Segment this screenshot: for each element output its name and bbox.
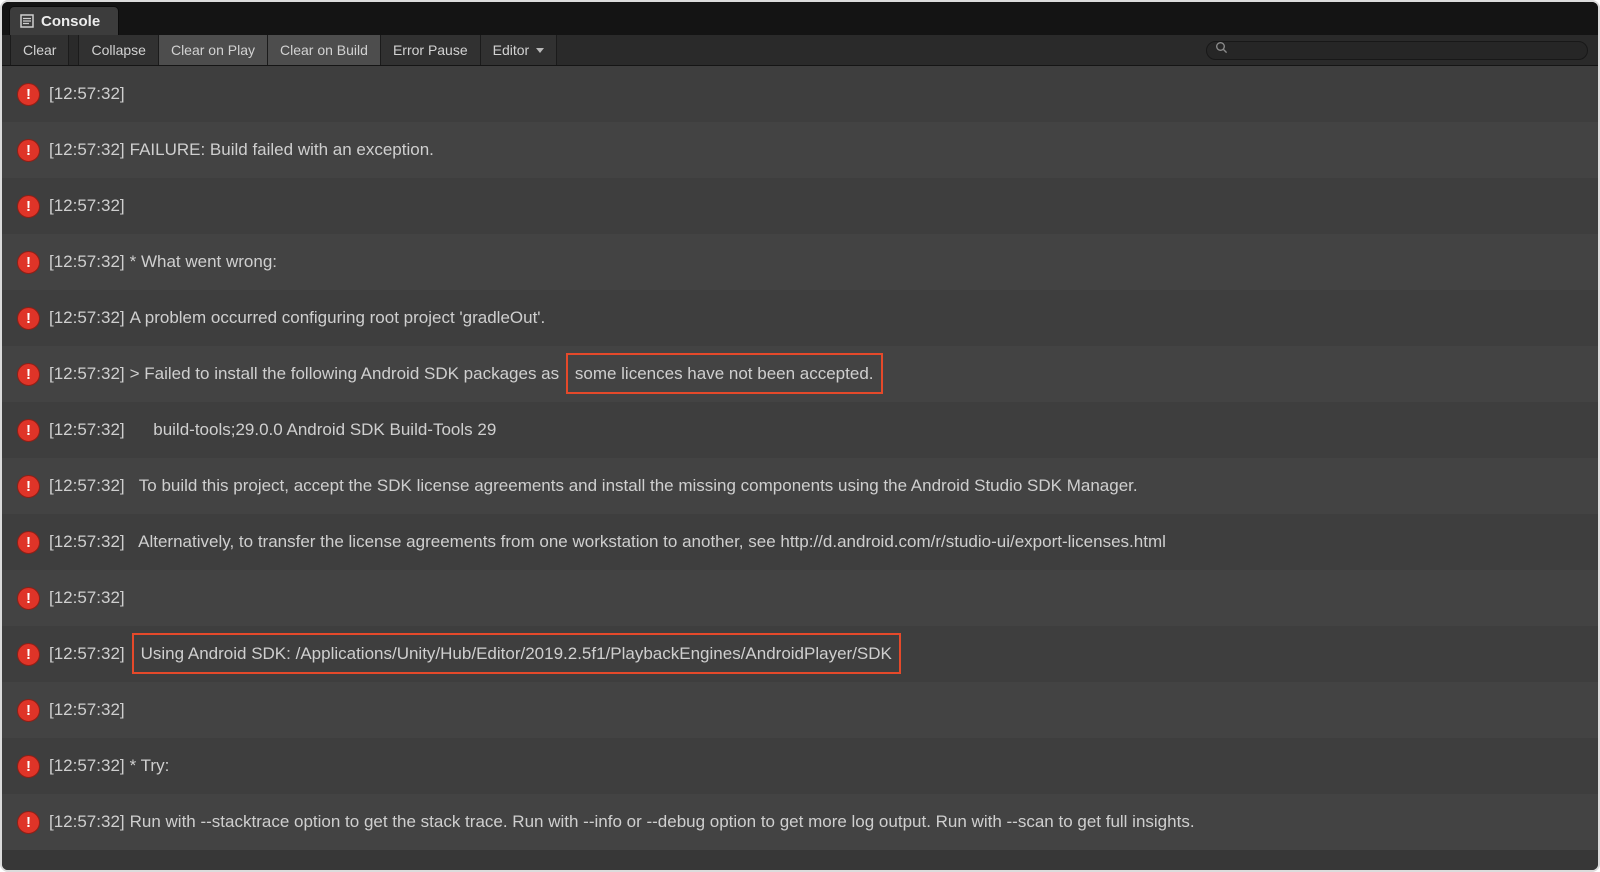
timestamp: [12:57:32]: [49, 756, 125, 775]
log-entry-text: [12:57:32] Run with --stacktrace option t…: [49, 812, 1195, 832]
error-icon: !: [17, 83, 40, 106]
log-entry[interactable]: ! [12:57:32] A problem occurred configuri…: [2, 290, 1598, 346]
log-entry-text: [12:57:32]: [49, 700, 130, 720]
log-entry-text: [12:57:32] Alternatively, to transfer th…: [49, 532, 1166, 552]
error-icon: !: [17, 531, 40, 554]
log-entry-text: [12:57:32]: [49, 588, 130, 608]
timestamp: [12:57:32]: [49, 812, 125, 831]
log-entry[interactable]: ! [12:57:32]: [2, 66, 1598, 122]
log-entry-text: [12:57:32] FAILURE: Build failed with an …: [49, 140, 434, 160]
toolbar-button-clear-on-play[interactable]: Clear on Play: [158, 35, 268, 65]
log-message: A problem occurred configuring root proj…: [130, 308, 546, 327]
log-entry[interactable]: ! [12:57:32] Alternatively, to transfer …: [2, 514, 1598, 570]
toolbar-button-label: Clear on Play: [171, 42, 255, 58]
log-entry[interactable]: ! [12:57:32] Run with --stacktrace option…: [2, 794, 1598, 850]
log-entry[interactable]: ! [12:57:32] FAILURE: Build failed with a…: [2, 122, 1598, 178]
timestamp: [12:57:32]: [49, 140, 125, 159]
log-entry[interactable]: ! [12:57:32] build-tools;29.0.0 Android …: [2, 402, 1598, 458]
log-message: * What went wrong:: [130, 252, 277, 271]
tab-console[interactable]: Console: [9, 6, 119, 35]
search-icon: [1215, 41, 1228, 59]
timestamp: [12:57:32]: [49, 644, 125, 663]
log-entry[interactable]: ! [12:57:32] > Failed to install the foll…: [2, 346, 1598, 402]
unity-console-window: Console Clear Collapse Clear on Play Clear …: [0, 0, 1600, 872]
log-entry-text: [12:57:32] * What went wrong:: [49, 252, 277, 272]
timestamp: [12:57:32]: [49, 252, 125, 271]
log-message: FAILURE: Build failed with an exception.: [130, 140, 434, 159]
search-field[interactable]: [1206, 41, 1588, 60]
error-icon: !: [17, 195, 40, 218]
error-icon: !: [17, 251, 40, 274]
tab-label: Console: [41, 13, 100, 30]
error-icon: !: [17, 755, 40, 778]
log-entry[interactable]: ! [12:57:32] * Try:: [2, 738, 1598, 794]
console-toolbar: Clear Collapse Clear on Play Clear on Build…: [2, 35, 1598, 66]
error-icon: !: [17, 419, 40, 442]
log-entry-text: [12:57:32] A problem occurred configuring…: [49, 308, 545, 328]
toolbar-buttons: Clear Collapse Clear on Play Clear on Build…: [10, 35, 556, 65]
timestamp: [12:57:32]: [49, 420, 125, 439]
error-icon: !: [17, 587, 40, 610]
toolbar-button-label: Collapse: [91, 42, 145, 58]
log-entry-text: [12:57:32]: [49, 84, 130, 104]
error-icon: !: [17, 699, 40, 722]
error-icon: !: [17, 363, 40, 386]
log-entry[interactable]: ! [12:57:32]: [2, 682, 1598, 738]
search-input[interactable]: [1233, 43, 1579, 58]
log-entry-text: [12:57:32] > Failed to install the follow…: [49, 364, 883, 384]
error-icon: !: [17, 811, 40, 834]
log-entry[interactable]: ! [12:57:32]: [2, 570, 1598, 626]
log-entry-text: [12:57:32] build-tools;29.0.0 Android SD…: [49, 420, 496, 440]
toolbar-button-label: Editor: [493, 42, 530, 58]
tab-bar: Console: [2, 2, 1598, 35]
toolbar-button-editor[interactable]: Editor: [480, 35, 558, 65]
dropdown-arrow-icon: [536, 48, 544, 53]
error-icon: !: [17, 307, 40, 330]
toolbar-button-label: Clear on Build: [280, 42, 368, 58]
toolbar-button-clear[interactable]: Clear: [10, 35, 69, 65]
log-message: > Failed to install the following Androi…: [130, 364, 564, 383]
toolbar-button-label: Error Pause: [393, 42, 468, 58]
log-entry[interactable]: ! [12:57:32]: [2, 178, 1598, 234]
error-icon: !: [17, 139, 40, 162]
toolbar-button-collapse[interactable]: Collapse: [78, 35, 158, 65]
log-entry-text: [12:57:32] * Try:: [49, 756, 169, 776]
timestamp: [12:57:32]: [49, 364, 125, 383]
annotation-highlight-box: Using Android SDK: /Applications/Unity/H…: [132, 633, 901, 674]
timestamp: [12:57:32]: [49, 532, 125, 551]
timestamp: [12:57:32]: [49, 84, 125, 103]
log-entry[interactable]: ! [12:57:32] * What went wrong:: [2, 234, 1598, 290]
timestamp: [12:57:32]: [49, 308, 125, 327]
log-message: Run with --stacktrace option to get the …: [130, 812, 1195, 831]
log-entry[interactable]: ! [12:57:32]Using Android SDK: /Applicat…: [2, 626, 1598, 682]
toolbar-button-clear-on-build[interactable]: Clear on Build: [267, 35, 381, 65]
timestamp: [12:57:32]: [49, 588, 125, 607]
log-message: * Try:: [130, 756, 170, 775]
toolbar-button-error-pause[interactable]: Error Pause: [380, 35, 481, 65]
console-log-list: ! [12:57:32] ! [12:57:32] FAILURE: Build …: [2, 66, 1598, 870]
log-entry[interactable]: ! [12:57:32] To build this project, acce…: [2, 458, 1598, 514]
timestamp: [12:57:32]: [49, 700, 125, 719]
timestamp: [12:57:32]: [49, 476, 125, 495]
annotation-highlight-box: some licences have not been accepted.: [566, 353, 883, 394]
log-message: To build this project, accept the SDK li…: [130, 476, 1138, 495]
error-icon: !: [17, 475, 40, 498]
console-icon: [20, 14, 34, 28]
log-entry-text: [12:57:32]Using Android SDK: /Applicatio…: [49, 644, 901, 664]
log-entry-text: [12:57:32]: [49, 196, 130, 216]
log-entry-text: [12:57:32] To build this project, accept…: [49, 476, 1138, 496]
error-icon: !: [17, 643, 40, 666]
timestamp: [12:57:32]: [49, 196, 125, 215]
log-message: build-tools;29.0.0 Android SDK Build-Too…: [130, 420, 497, 439]
log-message: Alternatively, to transfer the license a…: [130, 532, 1166, 551]
toolbar-button-label: Clear: [23, 42, 56, 58]
